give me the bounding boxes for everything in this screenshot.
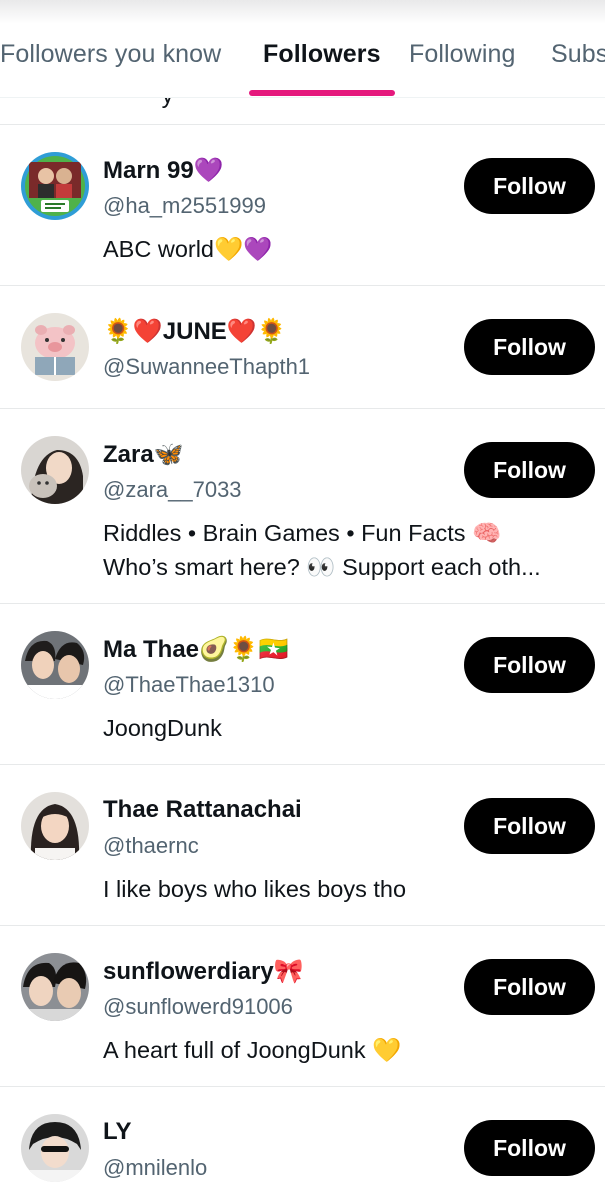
user-handle[interactable]: @mnilenlo (103, 1155, 207, 1181)
user-name[interactable]: LY (103, 1118, 131, 1146)
user-handle[interactable]: @SuwanneeThapth1 (103, 354, 310, 380)
user-name[interactable]: Thae Rattanachai (103, 796, 302, 824)
tab-following[interactable]: Following (409, 40, 516, 69)
follow-button[interactable]: Follow (464, 319, 595, 375)
user-name[interactable]: sunflowerdiary🎀 (103, 957, 304, 986)
active-tab-indicator (249, 90, 395, 96)
avatar[interactable] (21, 953, 89, 1021)
tab-followers[interactable]: Followers (263, 40, 381, 69)
avatar[interactable] (21, 631, 89, 699)
user-bio: Riddles • Brain Games • Fun Facts 🧠 Who’… (103, 516, 593, 584)
tab-bar: Followers you know Followers Following S… (0, 0, 605, 98)
tab-subscriptions[interactable]: Subs (551, 40, 605, 69)
user-name[interactable]: Ma Thae🥑🌻🇲🇲 (103, 635, 289, 664)
follow-button[interactable]: Follow (464, 442, 595, 498)
list-item[interactable]: Thae Rattanachai @thaernc I like boys wh… (0, 765, 605, 925)
user-name[interactable]: 🌻❤️JUNE❤️🌻 (103, 317, 287, 346)
follow-button[interactable]: Follow (464, 158, 595, 214)
user-bio-line: I like boys who likes boys tho (103, 876, 407, 902)
user-handle[interactable]: @sunflowerd91006 (103, 994, 293, 1020)
user-bio: I like boys who likes boys tho (103, 872, 593, 906)
user-name[interactable]: Marn 99💜 (103, 156, 224, 185)
follow-button[interactable]: Follow (464, 1120, 595, 1176)
avatar[interactable] (21, 1114, 89, 1182)
follow-button[interactable]: Follow (464, 798, 595, 854)
avatar[interactable] (21, 792, 89, 860)
avatar[interactable] (21, 152, 89, 220)
user-bio-line: JoongDunk (103, 715, 222, 741)
user-bio-line: A heart full of JoongDunk 💛 (103, 1037, 402, 1063)
list-item[interactable]: Zara🦋 @zara__7033 Riddles • Brain Games … (0, 409, 605, 603)
user-bio: ABC world💛💜 (103, 232, 593, 266)
user-handle[interactable]: @ha_m2551999 (103, 193, 266, 219)
list-item[interactable]: Ma Thae🥑🌻🇲🇲 @ThaeThae1310 JoongDunk Foll… (0, 604, 605, 764)
user-name[interactable]: Zara🦋 (103, 440, 184, 469)
user-handle[interactable]: @thaernc (103, 833, 199, 859)
list-item[interactable]: sunflowerdiary🎀 @sunflowerd91006 A heart… (0, 926, 605, 1086)
user-bio: JoongDunk (103, 711, 593, 745)
avatar[interactable] (21, 436, 89, 504)
list-item[interactable]: Marn 99💜 @ha_m2551999 ABC world💛💜 Follow (0, 125, 605, 285)
avatar[interactable] (21, 313, 89, 381)
list-item[interactable]: LY @mnilenlo Follow (0, 1087, 605, 1199)
user-bio: A heart full of JoongDunk 💛 (103, 1033, 593, 1067)
user-bio-line: ABC world💛💜 (103, 236, 273, 262)
user-handle[interactable]: @ThaeThae1310 (103, 672, 275, 698)
list-item[interactable]: 🌻❤️JUNE❤️🌻 @SuwanneeThapth1 Follow (0, 286, 605, 408)
user-handle[interactable]: @zara__7033 (103, 477, 242, 503)
follow-button[interactable]: Follow (464, 637, 595, 693)
user-bio-line: Who’s smart here? 👀 Support each oth... (103, 554, 541, 580)
previous-item-remnant: · · · · y (0, 98, 605, 125)
tab-followers-you-know[interactable]: Followers you know (0, 40, 221, 69)
follow-button[interactable]: Follow (464, 959, 595, 1015)
user-bio-line: Riddles • Brain Games • Fun Facts 🧠 (103, 520, 502, 546)
